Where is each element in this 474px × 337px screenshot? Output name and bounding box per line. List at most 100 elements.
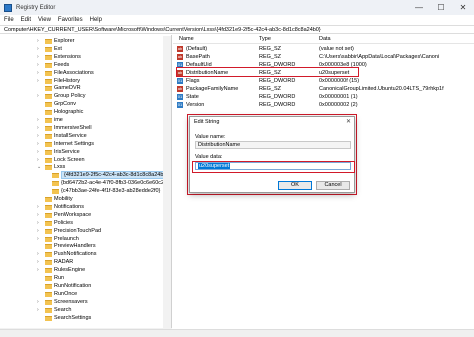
tree-vertical-scrollbar[interactable] — [163, 36, 171, 328]
expand-chevron-icon[interactable]: › — [37, 219, 39, 227]
tree-item[interactable]: › Policies — [0, 219, 171, 227]
tree-item[interactable]: › RADAR — [0, 258, 171, 266]
expand-chevron-icon[interactable]: › — [37, 69, 39, 77]
tree-item[interactable]: › PenWorkspace — [0, 211, 171, 219]
tree-item[interactable]: RunOnce — [0, 290, 171, 298]
expand-chevron-icon[interactable]: › — [37, 211, 39, 219]
folder-icon — [45, 212, 52, 218]
tree-item[interactable]: GameDVR — [0, 84, 171, 92]
tree-item[interactable]: › Screensavers — [0, 298, 171, 306]
value-data: (value not set) — [319, 46, 354, 52]
tree-item[interactable]: Holographic — [0, 108, 171, 116]
tree-item-label: Lxss — [54, 164, 66, 171]
expand-chevron-icon[interactable]: › — [37, 140, 39, 148]
tree-item-label: Mobility — [54, 196, 73, 202]
tree-item[interactable]: RunNotification — [0, 282, 171, 290]
tree-item[interactable]: {bd6472b2-ac4e-47f0-8fb3-036e0c6e60c2} — [0, 179, 171, 187]
tree-item[interactable]: › Search — [0, 306, 171, 314]
tree-item[interactable]: › FileAssociations — [0, 69, 171, 77]
menu-help[interactable]: Help — [90, 17, 102, 23]
maximize-button[interactable]: ☐ — [430, 0, 452, 15]
tree-item[interactable]: SearchSettings — [0, 314, 171, 322]
tree-item[interactable]: {c47bb3ae-24fe-4f1f-83e3-ab28edde2f0} — [0, 187, 171, 195]
value-name: PackageFamilyName — [186, 86, 239, 92]
tree-item[interactable]: › Explorer — [0, 37, 171, 45]
expand-chevron-icon[interactable]: › — [37, 250, 39, 258]
tree-item-label: Prelaunch — [54, 235, 79, 242]
folder-icon — [45, 62, 52, 68]
menu-view[interactable]: View — [38, 17, 51, 23]
expand-chevron-icon[interactable]: › — [37, 124, 39, 132]
column-data[interactable]: Data — [319, 35, 331, 44]
tree-item[interactable]: › PushNotifications — [0, 250, 171, 258]
folder-icon — [45, 260, 52, 266]
menu-favorites[interactable]: Favorites — [58, 17, 83, 23]
binary-value-icon: 01 — [177, 102, 183, 108]
expand-chevron-icon[interactable]: › — [37, 132, 39, 140]
dialog-close-icon[interactable]: ✕ — [346, 118, 351, 125]
tree-item[interactable]: › InstallService — [0, 132, 171, 140]
column-name[interactable]: Name — [179, 35, 194, 44]
menu-edit[interactable]: Edit — [21, 17, 31, 23]
expand-chevron-icon[interactable]: › — [37, 45, 39, 53]
minimize-button[interactable]: — — [408, 0, 430, 15]
tree-item-label: {c47bb3ae-24fe-4f1f-83e3-ab28edde2f0} — [61, 188, 161, 195]
tree-item[interactable]: Mobility — [0, 195, 171, 203]
address-bar[interactable]: Computer\HKEY_CURRENT_USER\Software\Micr… — [0, 25, 474, 34]
expand-chevron-icon[interactable]: › — [37, 266, 39, 274]
value-row[interactable]: ab PackageFamilyName REG_SZ CanonicalGroupL… — [173, 85, 474, 93]
expand-chevron-icon[interactable]: › — [37, 61, 39, 69]
distribution-name-highlight — [176, 67, 359, 77]
expand-chevron-icon[interactable]: › — [37, 258, 39, 266]
tree-item[interactable]: › Feeds — [0, 61, 171, 69]
value-data: 0x0000000f (15) — [319, 78, 360, 84]
tree-item-label: RADAR — [54, 259, 74, 266]
expand-chevron-icon[interactable]: › — [37, 203, 39, 211]
tree-item[interactable]: › Notifications — [0, 203, 171, 211]
expand-chevron-icon[interactable]: › — [37, 77, 39, 85]
tree-item[interactable]: › Internet Settings — [0, 140, 171, 148]
tree-item[interactable]: › Group Policy — [0, 92, 171, 100]
expand-chevron-icon[interactable]: › — [37, 116, 39, 124]
tree-item-label: {bd6472b2-ac4e-47f0-8fb3-036e0c6e60c2} — [61, 180, 166, 187]
tree-item[interactable]: › ime — [0, 116, 171, 124]
cancel-button[interactable]: Cancel — [316, 181, 350, 190]
value-row[interactable]: 01 Version REG_DWORD 0x00000002 (2) — [173, 101, 474, 109]
value-type: REG_SZ — [259, 86, 282, 92]
tree-item[interactable]: › PrecisionTouchPad — [0, 227, 171, 235]
expand-chevron-icon[interactable]: ⌄ — [37, 163, 41, 171]
tree-item[interactable]: PreviewHandlers — [0, 242, 171, 250]
tree-item[interactable]: › ImmersiveShell — [0, 124, 171, 132]
tree-item[interactable]: ⌄ Lxss — [0, 163, 171, 171]
tree-item[interactable]: GrpConv — [0, 100, 171, 108]
tree-item[interactable]: {4fd321e9-2f5c-42c4-ab3c-8d1c8c8a24b0} — [0, 171, 171, 180]
tree-item[interactable]: › Ext — [0, 45, 171, 53]
close-button[interactable]: ✕ — [452, 0, 474, 15]
column-type[interactable]: Type — [259, 35, 271, 44]
expand-chevron-icon[interactable]: › — [37, 53, 39, 61]
tree-item[interactable]: › Extensions — [0, 53, 171, 61]
expand-chevron-icon[interactable]: › — [37, 235, 39, 243]
folder-icon — [45, 86, 52, 92]
expand-chevron-icon[interactable]: › — [37, 306, 39, 314]
tree-item[interactable]: › Lock Screen — [0, 156, 171, 164]
tree-item[interactable]: › IrisService — [0, 148, 171, 156]
menu-file[interactable]: File — [4, 17, 14, 23]
value-row[interactable]: 01 State REG_DWORD 0x00000001 (1) — [173, 93, 474, 101]
tree-item[interactable]: › FileHistory — [0, 77, 171, 85]
expand-chevron-icon[interactable]: › — [37, 227, 39, 235]
value-row[interactable]: ab (Default) REG_SZ (value not set) — [173, 45, 474, 53]
ok-button[interactable]: OK — [278, 181, 312, 190]
expand-chevron-icon[interactable]: › — [37, 92, 39, 100]
expand-chevron-icon[interactable]: › — [37, 156, 39, 164]
value-row[interactable]: 01 Flags REG_DWORD 0x0000000f (15) — [173, 77, 474, 85]
edit-string-dialog: Edit String ✕ Value name: DistributionNa… — [189, 116, 355, 193]
tree-item[interactable]: Run — [0, 274, 171, 282]
tree-item-label: ime — [54, 117, 63, 123]
value-row[interactable]: ab BasePath REG_SZ C:\Users\sabbir\AppData\… — [173, 53, 474, 61]
tree-item[interactable]: › Prelaunch — [0, 235, 171, 243]
expand-chevron-icon[interactable]: › — [37, 148, 39, 156]
expand-chevron-icon[interactable]: › — [37, 37, 39, 45]
tree-item[interactable]: › RulesEngine — [0, 266, 171, 274]
expand-chevron-icon[interactable]: › — [37, 298, 39, 306]
